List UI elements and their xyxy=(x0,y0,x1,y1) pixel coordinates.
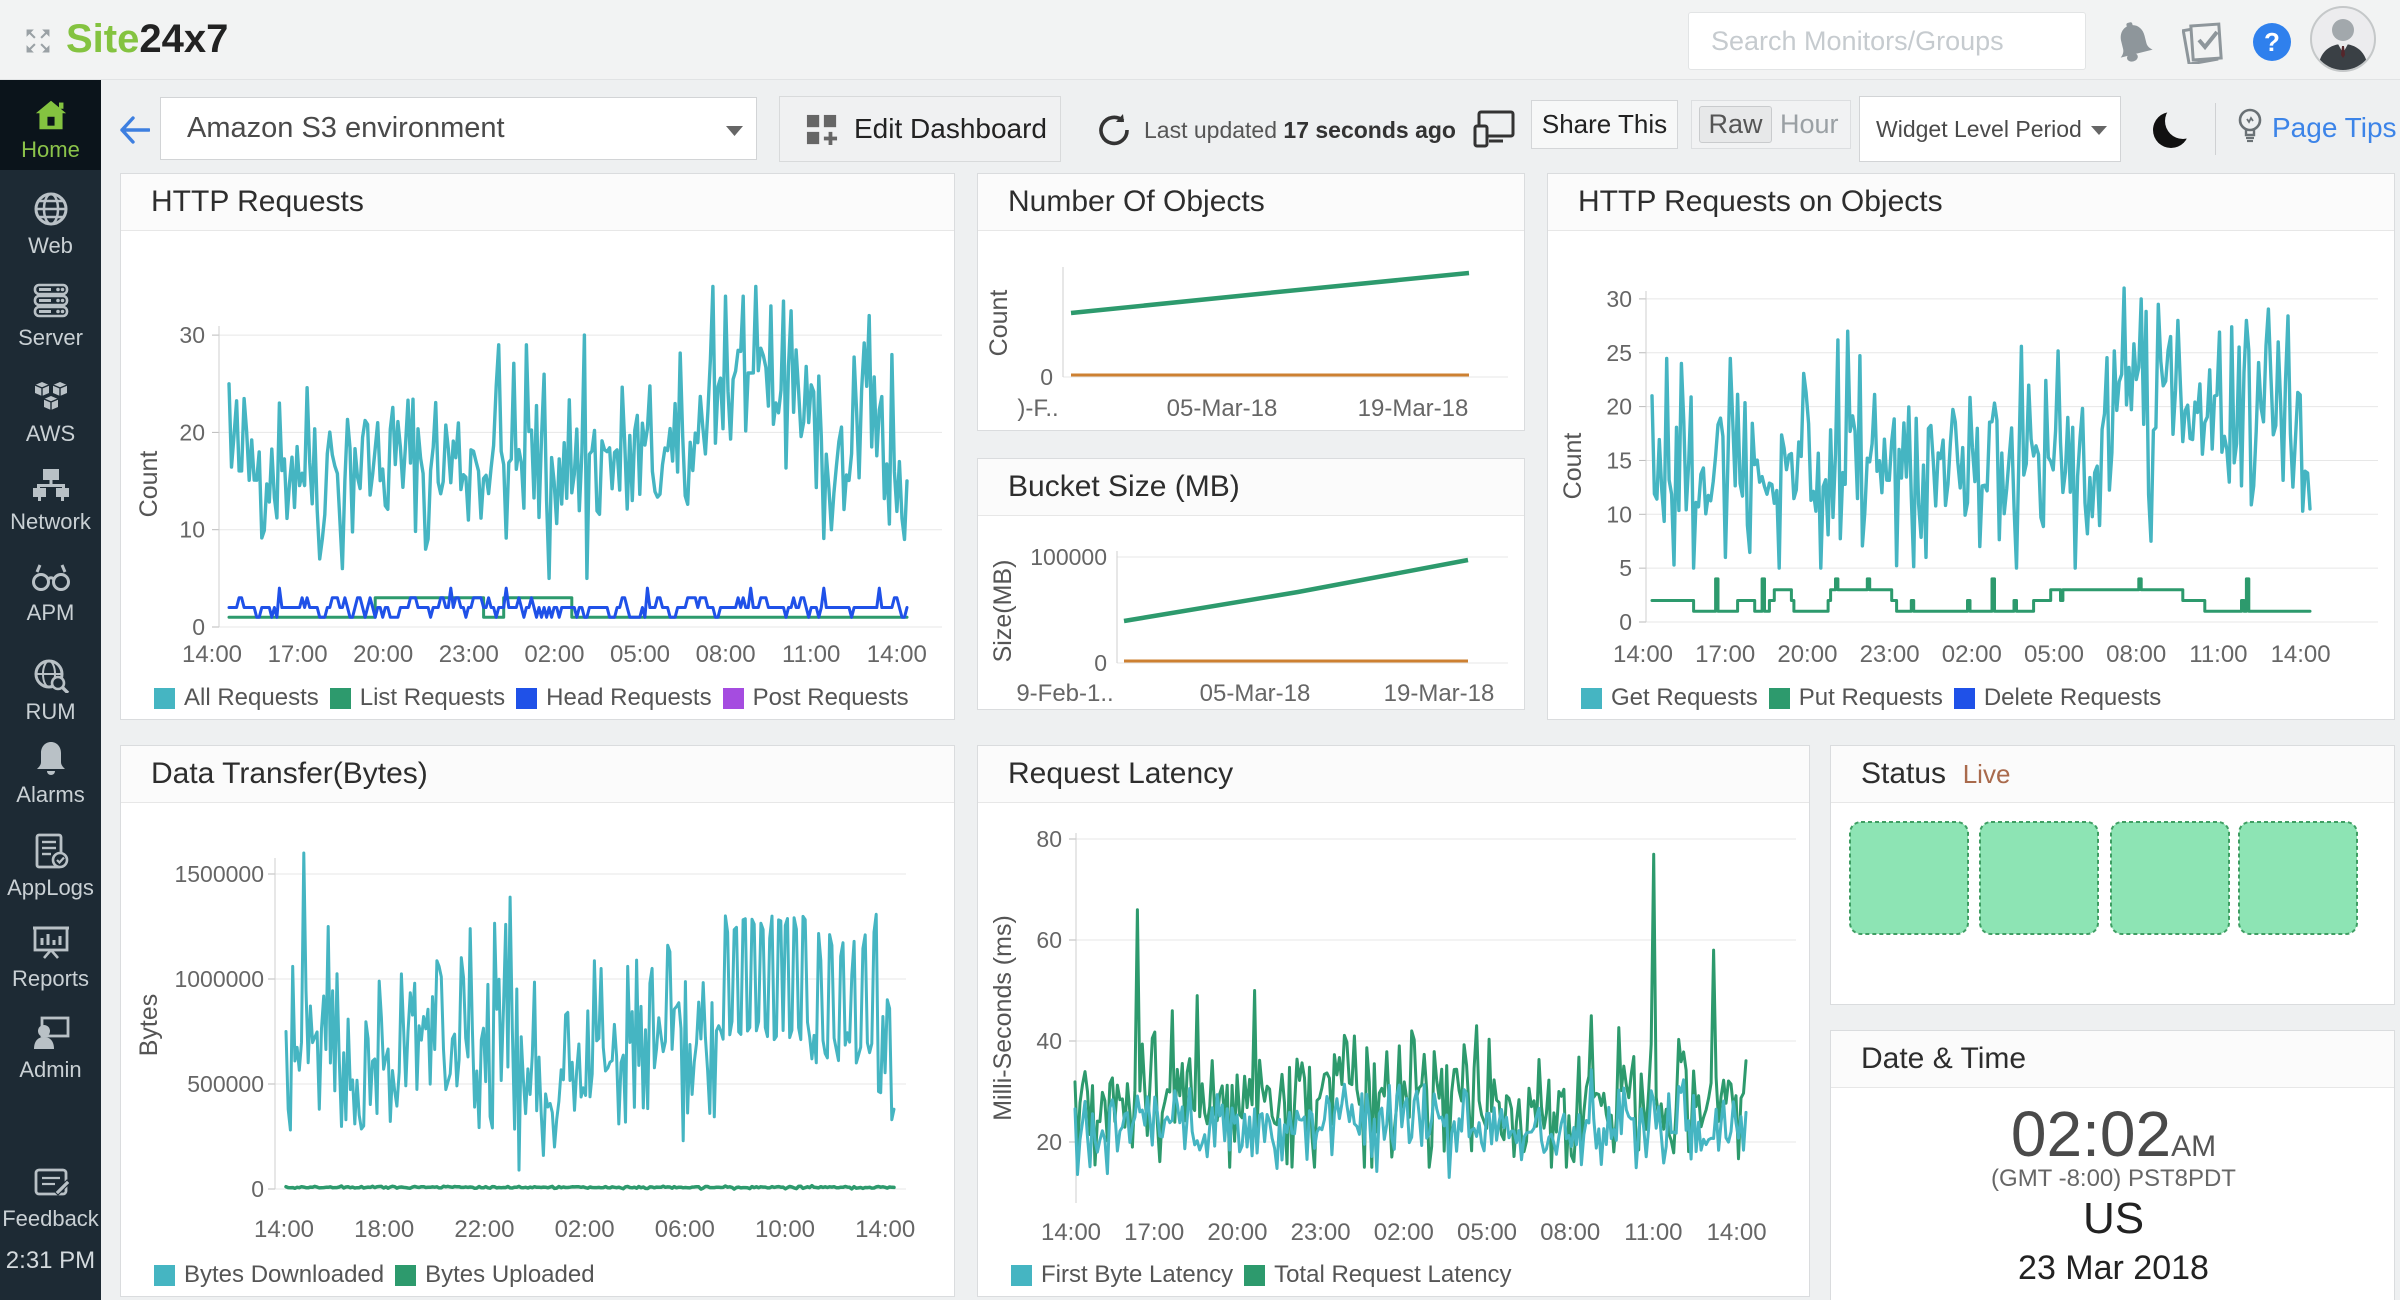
svg-text:14:00: 14:00 xyxy=(867,641,927,668)
svg-text:17:00: 17:00 xyxy=(1695,641,1755,668)
svg-text:30: 30 xyxy=(179,322,205,348)
svg-text:17:00: 17:00 xyxy=(1124,1219,1184,1246)
svg-text:08:00: 08:00 xyxy=(696,641,756,668)
svg-text:0: 0 xyxy=(251,1176,264,1202)
svg-text:Size(MB): Size(MB) xyxy=(989,560,1017,663)
svg-text:100000: 100000 xyxy=(1030,544,1107,570)
svg-text:20:00: 20:00 xyxy=(353,641,413,668)
svg-text:Count: Count xyxy=(985,290,1013,357)
svg-text:08:00: 08:00 xyxy=(1540,1219,1600,1246)
svg-text:25: 25 xyxy=(1606,340,1632,366)
svg-text:10:00: 10:00 xyxy=(755,1216,815,1243)
svg-text:19-Mar-18: 19-Mar-18 xyxy=(1358,395,1469,422)
svg-text:02:00: 02:00 xyxy=(1374,1219,1434,1246)
svg-text:500000: 500000 xyxy=(187,1071,264,1097)
svg-text:22:00: 22:00 xyxy=(454,1216,514,1243)
svg-text:05-Mar-18: 05-Mar-18 xyxy=(1200,680,1311,707)
svg-text:02:00: 02:00 xyxy=(1942,641,2002,668)
svg-text:02:00: 02:00 xyxy=(524,641,584,668)
svg-text:80: 80 xyxy=(1036,826,1062,852)
svg-text:05:00: 05:00 xyxy=(1457,1219,1517,1246)
svg-text:Count: Count xyxy=(1559,433,1587,500)
svg-text:14:00: 14:00 xyxy=(855,1216,915,1243)
svg-text:1000000: 1000000 xyxy=(174,966,264,992)
svg-text:11:00: 11:00 xyxy=(2189,641,2247,668)
svg-text:20: 20 xyxy=(179,419,205,445)
svg-text:05-Mar-18: 05-Mar-18 xyxy=(1167,395,1278,422)
svg-text:Bytes: Bytes xyxy=(135,994,163,1057)
svg-text:60: 60 xyxy=(1036,927,1062,953)
svg-text:Milli-Seconds (ms): Milli-Seconds (ms) xyxy=(989,915,1017,1121)
svg-text:0: 0 xyxy=(1619,609,1632,635)
svg-text:06:00: 06:00 xyxy=(655,1216,715,1243)
svg-text:14:00: 14:00 xyxy=(1707,1219,1767,1246)
svg-text:30: 30 xyxy=(1606,286,1632,312)
svg-text:20:00: 20:00 xyxy=(1777,641,1837,668)
svg-text:23:00: 23:00 xyxy=(439,641,499,668)
svg-text:08:00: 08:00 xyxy=(2106,641,2166,668)
svg-text:10: 10 xyxy=(1606,501,1632,527)
svg-text:05:00: 05:00 xyxy=(610,641,670,668)
svg-text:14:00: 14:00 xyxy=(254,1216,314,1243)
svg-text:11:00: 11:00 xyxy=(782,641,840,668)
svg-text:0: 0 xyxy=(192,614,205,640)
svg-text:23:00: 23:00 xyxy=(1860,641,1920,668)
svg-text:18:00: 18:00 xyxy=(354,1216,414,1243)
svg-text:19-Mar-18: 19-Mar-18 xyxy=(1384,680,1495,707)
svg-text:0: 0 xyxy=(1040,364,1053,390)
svg-text:11:00: 11:00 xyxy=(1624,1219,1682,1246)
svg-text:5: 5 xyxy=(1619,555,1632,581)
svg-text:40: 40 xyxy=(1036,1028,1062,1054)
svg-text:17:00: 17:00 xyxy=(268,641,328,668)
svg-text:20: 20 xyxy=(1036,1129,1062,1155)
svg-text:14:00: 14:00 xyxy=(1613,641,1673,668)
svg-text:Count: Count xyxy=(135,451,163,518)
svg-text:05:00: 05:00 xyxy=(2024,641,2084,668)
svg-text:9-Feb-1..: 9-Feb-1.. xyxy=(1016,680,1113,707)
svg-text:0: 0 xyxy=(1094,650,1107,676)
svg-text:15: 15 xyxy=(1606,447,1632,473)
svg-text:?: ? xyxy=(2264,27,2280,57)
svg-text:23:00: 23:00 xyxy=(1291,1219,1351,1246)
svg-text:20: 20 xyxy=(1606,394,1632,420)
svg-text:10: 10 xyxy=(179,517,205,543)
svg-text:20:00: 20:00 xyxy=(1207,1219,1267,1246)
svg-text:02:00: 02:00 xyxy=(555,1216,615,1243)
svg-text:14:00: 14:00 xyxy=(1041,1219,1101,1246)
svg-text:14:00: 14:00 xyxy=(182,641,242,668)
svg-text:1500000: 1500000 xyxy=(174,861,264,887)
svg-text:)-F..: )-F.. xyxy=(1017,395,1058,422)
svg-text:14:00: 14:00 xyxy=(2271,641,2331,668)
